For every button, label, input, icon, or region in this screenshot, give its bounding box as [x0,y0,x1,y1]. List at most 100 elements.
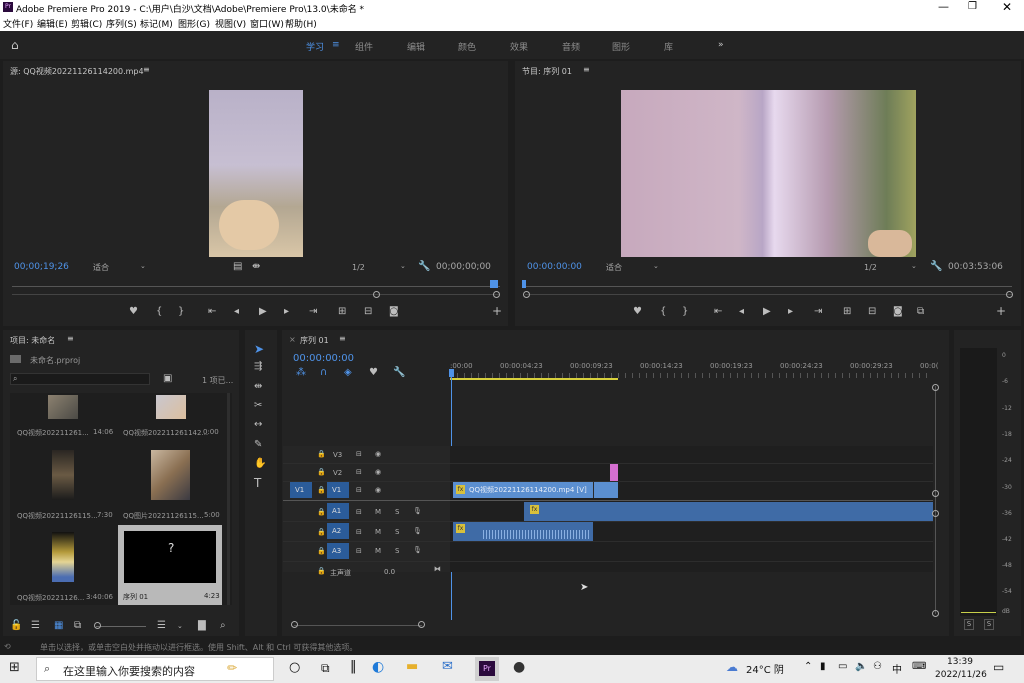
source-menu-icon[interactable]: ≡ [143,65,150,74]
a2-clip[interactable]: fx [453,522,593,541]
ime-indicator[interactable]: 中 [892,661,902,676]
chevron-up-icon[interactable]: ⌃ [804,661,812,672]
thumbnail[interactable] [52,450,74,500]
scroll-handle[interactable] [418,621,425,628]
source-timeruler[interactable] [12,286,500,287]
program-title[interactable]: 节目: 序列 01 [522,66,572,77]
type-tool-icon[interactable]: T [254,477,261,489]
hand-tool-icon[interactable]: ✋ [254,459,266,469]
sync-lock-icon[interactable]: ⊟ [356,547,362,555]
zoom-handle[interactable] [373,291,380,298]
linked-selection-icon[interactable]: ◈ [344,368,352,378]
tab-color[interactable]: 颜色 [458,40,476,53]
source-patch-v1[interactable]: V1 [290,482,312,498]
timeline-timecode[interactable]: 00:00:00:00 [293,353,354,364]
go-to-out-icon[interactable]: ⇥ [814,307,822,317]
work-area-bar[interactable] [450,378,618,380]
solo-left-button[interactable]: S [964,619,974,630]
task-view-icon[interactable]: ⧉ [321,661,330,676]
search-icon[interactable]: ⌕ [220,621,226,631]
sync-lock-icon[interactable]: ⊟ [356,450,362,458]
chevron-down-icon[interactable]: ⌄ [911,262,917,270]
v2-clip-pink[interactable] [610,464,618,481]
menu-view[interactable]: 视图(V) [215,17,246,30]
thumbnail[interactable] [52,532,74,582]
more-tabs-icon[interactable]: » [718,40,724,50]
playhead-handle[interactable] [449,369,454,377]
obs-icon[interactable]: ● [513,659,525,675]
mute-button[interactable]: M [375,528,381,536]
file-explorer-icon[interactable]: ▬ [406,659,418,674]
mute-button[interactable]: M [375,547,381,555]
program-zoom-bar[interactable] [525,294,1013,295]
zoom-slider[interactable] [96,626,146,627]
menu-graphics[interactable]: 图形(G) [178,17,210,30]
program-menu-icon[interactable]: ≡ [583,65,590,74]
program-playhead[interactable] [522,280,526,288]
source-zoom-bar[interactable] [12,294,500,295]
minimize-icon[interactable]: — [938,0,949,13]
lock-icon[interactable]: 🔒 [317,468,326,476]
pen-tool-icon[interactable]: ✎ [254,440,262,450]
menu-marker[interactable]: 标记(M) [140,17,173,30]
lock-icon[interactable]: 🔒 [317,508,326,516]
camera-icon[interactable]: ◙ [389,307,399,317]
notification-icon[interactable]: ▭ [993,660,1004,674]
project-menu-icon[interactable]: ≡ [67,334,74,343]
snap-icon[interactable]: ∩ [320,368,327,378]
selection-tool-icon[interactable]: ➤ [254,343,264,355]
freeform-view-icon[interactable]: ⧉ [74,621,81,631]
zoom-handle[interactable] [493,291,500,298]
mute-button[interactable]: M [375,508,381,516]
source-resolution-select[interactable]: 1/2 [352,263,365,272]
razor-tool-icon[interactable]: ✂ [254,401,262,411]
track-select-tool-icon[interactable]: ⇶ [254,362,262,372]
lock-icon[interactable]: 🔒 [317,567,326,575]
chevron-down-icon[interactable]: ⌄ [177,621,183,631]
sort-icon[interactable]: ☰ [157,621,166,631]
close-icon[interactable]: × [289,335,296,344]
menu-help[interactable]: 帮助(H) [285,17,317,30]
go-to-end-icon[interactable]: ⧓ [434,565,441,573]
program-timeruler[interactable] [522,286,1012,287]
ripple-edit-tool-icon[interactable]: ⇹ [254,382,262,392]
eye-icon[interactable]: ◉ [375,486,381,494]
menu-clip[interactable]: 剪辑(C) [71,17,102,30]
add-button-icon[interactable]: + [492,305,502,317]
microphone-icon[interactable]: 🎙 [413,507,422,515]
mark-out-icon[interactable]: } [682,307,688,317]
vertical-scrollbar[interactable] [935,386,936,614]
wrench-icon[interactable]: 🔧 [418,262,430,272]
camera-icon[interactable]: ◙ [893,307,903,317]
mark-out-icon[interactable]: } [178,307,184,317]
pipe-icon[interactable]: ‖ [350,659,357,674]
cortana-icon[interactable]: ○ [289,660,300,675]
menu-edit[interactable]: 编辑(E) [37,17,68,30]
lock-icon[interactable]: 🔓 [10,621,22,631]
new-bin-from-search-icon[interactable]: ▣ [163,374,172,384]
clock-time[interactable]: 13:39 [947,657,973,667]
lock-icon[interactable]: 🔒 [317,547,326,555]
step-back-icon[interactable]: ◂ [739,307,744,317]
clock-date[interactable]: 2022/11/26 [935,670,987,680]
microphone-icon[interactable]: 🎙 [413,527,422,535]
new-bin-icon[interactable]: ▇ [198,621,206,631]
step-forward-icon[interactable]: ▸ [788,307,793,317]
thumbnail[interactable] [151,450,190,500]
solo-button[interactable]: S [395,508,399,516]
thumbnail[interactable] [48,395,78,419]
solo-button[interactable]: S [395,547,399,555]
tab-audio[interactable]: 音频 [562,40,580,53]
add-marker-icon[interactable]: ♥ [129,307,138,317]
track-target-v1[interactable]: V1 [327,482,349,498]
chevron-down-icon[interactable]: ⌄ [653,262,659,270]
chevron-down-icon[interactable]: ⌄ [400,262,406,270]
microphone-icon[interactable]: 🎙 [413,546,422,554]
program-resolution-select[interactable]: 1/2 [864,263,877,272]
home-icon[interactable]: ⌂ [11,38,19,52]
track-target-a3[interactable]: A3 [327,543,349,559]
timeline-title[interactable]: 序列 01 [300,335,329,346]
track-target-a2[interactable]: A2 [327,523,349,539]
source-title[interactable]: 源: QQ视频20221126114200.mp4 [10,66,144,77]
tab-effects[interactable]: 效果 [510,40,528,53]
